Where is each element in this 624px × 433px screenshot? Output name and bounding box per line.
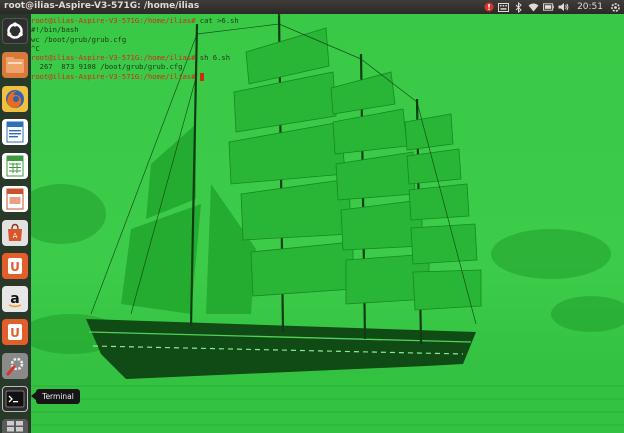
terminal-line: 267 873 9108 /boot/grub/grub.cfg [31, 62, 239, 71]
svg-text:a: a [10, 291, 19, 307]
launcher-impress-button[interactable] [2, 186, 28, 212]
power-gear-icon[interactable] [610, 2, 621, 13]
libreoffice-impress-icon [6, 188, 24, 210]
launcher-writer-button[interactable] [2, 119, 28, 145]
terminal-line: root@ilias-Aspire-V3-571G:/home/ilias# [31, 72, 239, 81]
ubuntu-one-music-icon: U [8, 324, 22, 340]
top-panel: root@ilias-Aspire-V3-571G: /home/ilias 2… [0, 0, 624, 14]
terminal-command: sh 6.sh [195, 53, 231, 63]
launcher-tooltip: Terminal [31, 389, 80, 404]
terminal-output-text: #!/bin/bash [31, 25, 79, 35]
launcher-files-button[interactable] [2, 52, 28, 78]
window-title: root@ilias-Aspire-V3-571G: /home/ilias [4, 1, 200, 11]
firefox-icon [6, 90, 24, 108]
wifi-icon[interactable] [528, 2, 539, 13]
launcher-terminal-button[interactable] [2, 386, 28, 412]
terminal-prompt: root@ilias-Aspire-V3-571G:/home/ilias# [31, 16, 196, 25]
battery-icon[interactable] [543, 2, 554, 13]
libreoffice-calc-icon [6, 155, 24, 177]
launcher-workspace-switcher-button[interactable] [2, 419, 28, 433]
launcher-system-settings-button[interactable] [2, 353, 28, 379]
terminal-icon [5, 390, 25, 408]
launcher-calc-button[interactable] [2, 153, 28, 179]
terminal-output-text: ^C [31, 43, 40, 53]
dash-home-icon [7, 22, 23, 39]
terminal-line: root@ilias-Aspire-V3-571G:/home/ilias# s… [31, 53, 239, 62]
terminal-output[interactable]: root@ilias-Aspire-V3-571G:/home/ilias# c… [31, 16, 239, 81]
libreoffice-writer-icon [6, 121, 24, 143]
launcher-dash-button[interactable] [2, 18, 28, 44]
indicator-area: 20:51 [483, 0, 621, 14]
amazon-icon: a [8, 291, 22, 308]
launcher-ubuntu-one-music-button[interactable]: U [2, 319, 28, 345]
launcher-ubuntu-one-button[interactable]: U [2, 253, 28, 279]
terminal-command: cat >6.sh [195, 16, 239, 25]
svg-text:U: U [10, 326, 20, 340]
terminal-line: #!/bin/bash [31, 25, 239, 34]
terminal-cursor [199, 72, 204, 81]
session-alert-icon[interactable] [483, 2, 494, 13]
bluetooth-icon[interactable] [513, 1, 524, 13]
launcher-amazon-button[interactable]: a [2, 286, 28, 312]
svg-text:A: A [13, 232, 18, 240]
volume-icon[interactable] [558, 2, 569, 13]
terminal-window[interactable]: root@ilias-Aspire-V3-571G:/home/ilias# c… [31, 14, 624, 433]
terminal-prompt: root@ilias-Aspire-V3-571G:/home/ilias# [31, 71, 196, 81]
svg-text:U: U [10, 260, 20, 274]
terminal-line: ^C [31, 44, 239, 53]
workspace-switcher-icon [7, 421, 23, 432]
ubuntu-software-center-icon: A [8, 223, 22, 241]
launcher-software-center-button[interactable]: A [2, 220, 28, 246]
terminal-prompt: root@ilias-Aspire-V3-571G:/home/ilias# [31, 53, 196, 63]
terminal-output-text: wc /boot/grub/grub.cfg [31, 34, 127, 44]
terminal-line: wc /boot/grub/grub.cfg [31, 35, 239, 44]
terminal-output-text: 267 873 9108 /boot/grub/grub.cfg [31, 62, 183, 72]
terminal-line: root@ilias-Aspire-V3-571G:/home/ilias# c… [31, 16, 239, 25]
system-settings-icon [6, 357, 24, 376]
launcher-firefox-button[interactable] [2, 86, 28, 112]
clock[interactable]: 20:51 [577, 2, 603, 12]
launcher: A U a U [0, 14, 32, 433]
keyboard-layout-icon[interactable] [498, 2, 510, 13]
files-icon [6, 57, 24, 73]
ubuntu-one-icon: U [8, 258, 22, 274]
